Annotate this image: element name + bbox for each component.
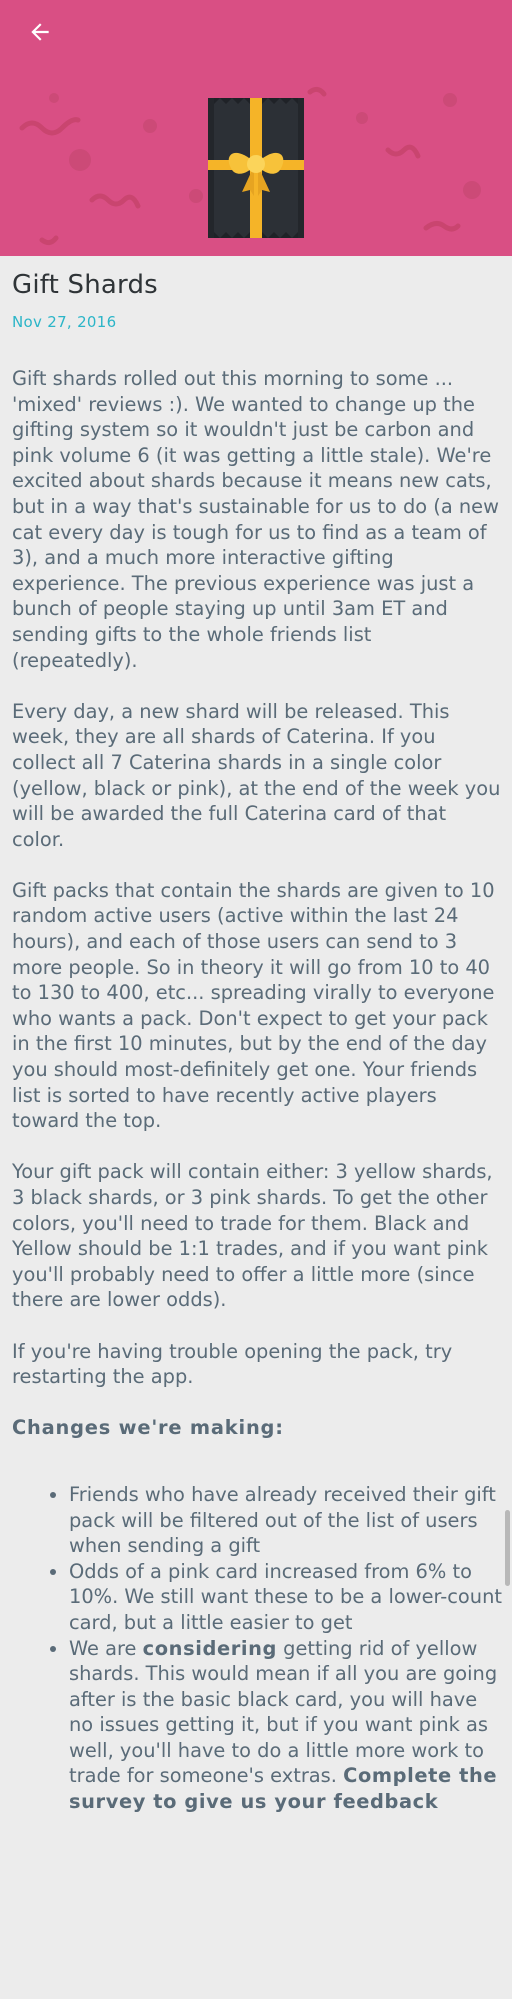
arrow-left-icon xyxy=(31,23,49,41)
paragraph: Every day, a new shard will be released.… xyxy=(12,699,501,851)
gift-pack-icon xyxy=(208,98,304,238)
paragraph: Gift packs that contain the shards are g… xyxy=(12,878,495,1133)
back-button[interactable] xyxy=(22,14,58,50)
list-item-text: We are xyxy=(69,1636,143,1660)
post-body: Gift shards rolled out this morning to s… xyxy=(12,366,502,1815)
paragraph: If you're having trouble opening the pac… xyxy=(12,1339,453,1389)
header-banner xyxy=(0,0,512,256)
emphasis-text: considering xyxy=(142,1636,277,1660)
list-item: Odds of a pink card increased from 6% to… xyxy=(69,1559,502,1636)
scrollbar[interactable] xyxy=(505,1510,510,1586)
post-date: Nov 27, 2016 xyxy=(12,313,117,331)
changes-list: Friends who have already received their … xyxy=(12,1482,502,1815)
post-title: Gift Shards xyxy=(12,270,158,300)
list-item: Friends who have already received their … xyxy=(69,1482,502,1559)
paragraph: Your gift pack will contain either: 3 ye… xyxy=(12,1160,493,1312)
changes-heading: Changes we're making: xyxy=(12,1416,284,1440)
paragraph: Gift shards rolled out this morning to s… xyxy=(12,367,499,672)
list-item: We are considering getting rid of yellow… xyxy=(69,1636,502,1815)
